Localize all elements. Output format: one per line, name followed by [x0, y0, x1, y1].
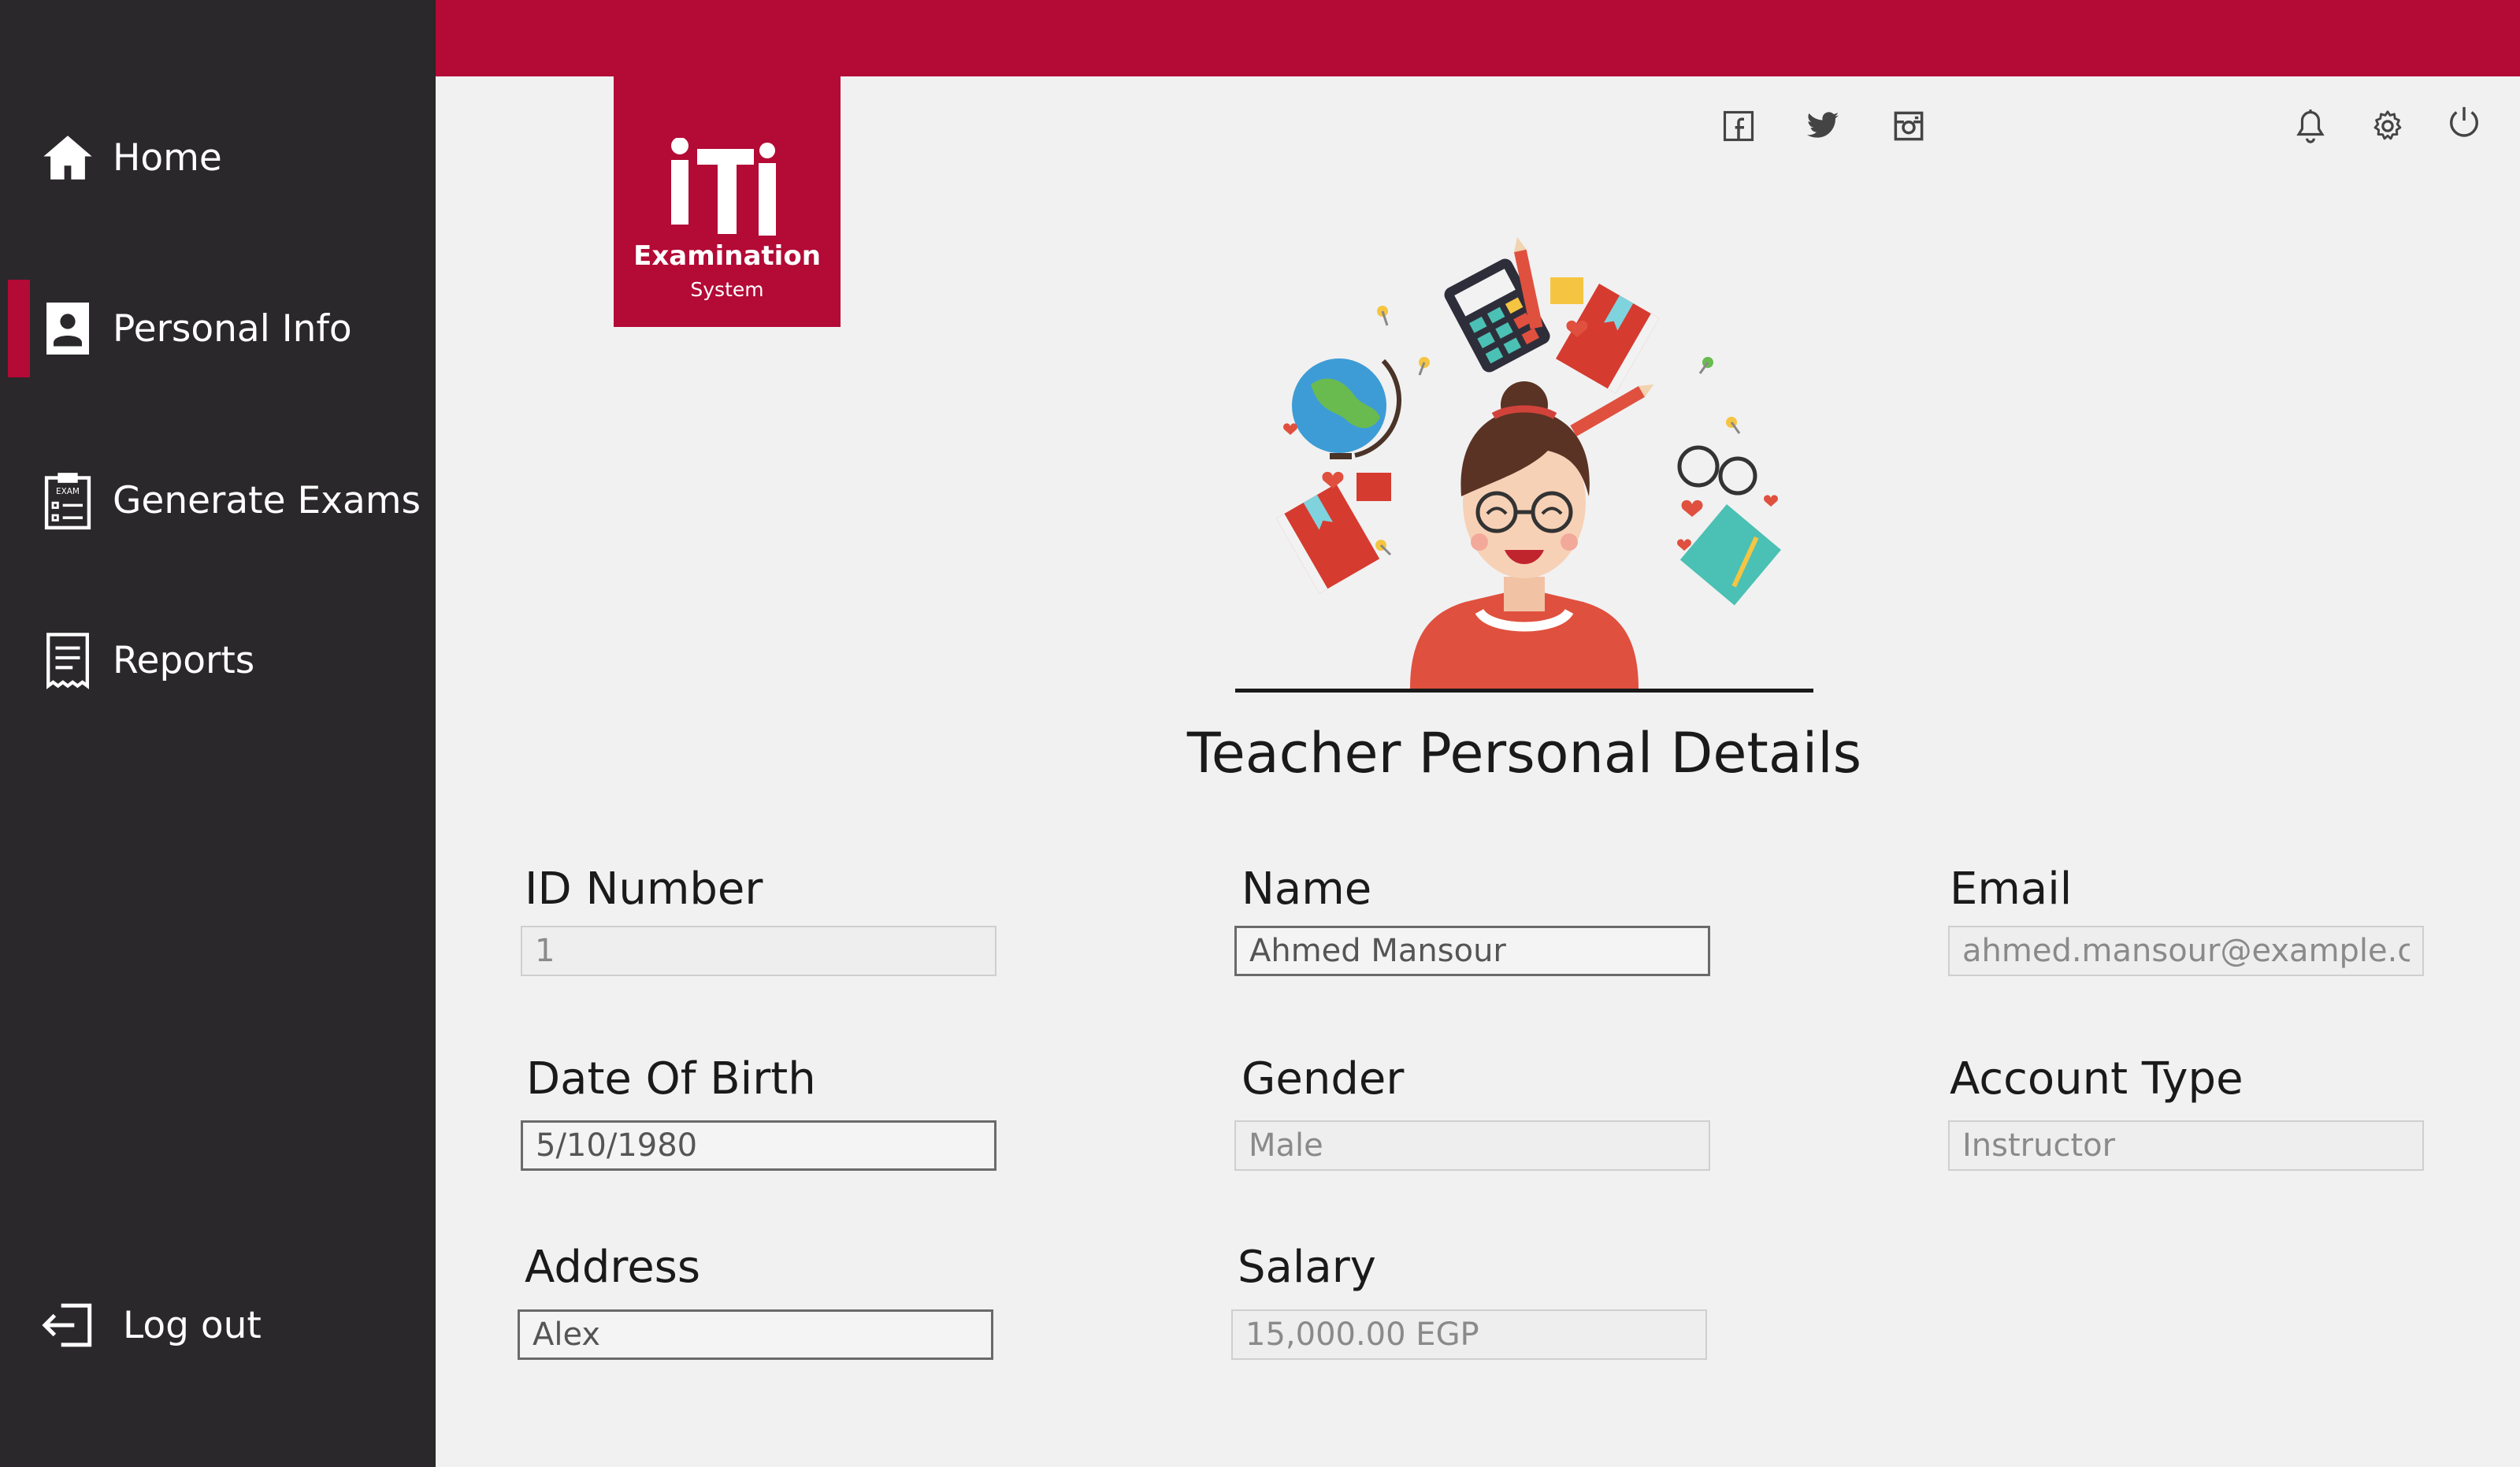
- page-title: Teacher Personal Details: [1186, 721, 1862, 785]
- sidebar-item-label: Personal Info: [113, 306, 352, 351]
- app-logo: Examination System: [614, 76, 841, 327]
- sidebar-item-home[interactable]: Home: [0, 110, 436, 205]
- logout-icon: [39, 1297, 96, 1354]
- address-label: Address: [525, 1242, 701, 1293]
- sidebar-item-generate-exams[interactable]: EXAM Generate Exams: [0, 453, 436, 548]
- logout-label: Log out: [123, 1303, 262, 1347]
- sidebar: Home Personal Info EXAM Generate Exams R…: [0, 0, 436, 1467]
- sidebar-item-reports[interactable]: Reports: [0, 613, 436, 708]
- logout-button[interactable]: Log out: [0, 1278, 436, 1372]
- sidebar-item-label: Generate Exams: [113, 478, 421, 522]
- facebook-icon[interactable]: [1719, 106, 1758, 146]
- email-label: Email: [1950, 863, 2073, 915]
- instagram-icon[interactable]: [1889, 106, 1928, 146]
- sidebar-item-label: Reports: [113, 638, 255, 682]
- name-field[interactable]: [1234, 926, 1710, 976]
- teacher-illustration: [1235, 236, 1813, 693]
- id-number-field[interactable]: [521, 926, 996, 976]
- gender-label: Gender: [1241, 1053, 1405, 1105]
- exam-clipboard-icon: EXAM: [39, 472, 96, 530]
- id-card-icon: [39, 300, 96, 357]
- dob-label: Date Of Birth: [526, 1053, 816, 1105]
- account-type-field[interactable]: [1948, 1120, 2424, 1171]
- report-icon: [39, 632, 96, 689]
- power-icon[interactable]: [2444, 102, 2484, 142]
- twitter-icon[interactable]: [1803, 106, 1843, 146]
- sidebar-item-label: Home: [113, 136, 222, 180]
- dob-field[interactable]: [521, 1120, 996, 1171]
- salary-label: Salary: [1238, 1242, 1376, 1293]
- name-label: Name: [1241, 863, 1372, 915]
- sidebar-item-personal-info[interactable]: Personal Info: [0, 281, 436, 376]
- gear-icon[interactable]: [2368, 106, 2407, 146]
- home-icon: [39, 129, 96, 186]
- salary-field[interactable]: [1231, 1309, 1707, 1360]
- account-type-label: Account Type: [1950, 1053, 2244, 1105]
- id-number-label: ID Number: [525, 863, 763, 915]
- gender-field[interactable]: [1234, 1120, 1710, 1171]
- email-field[interactable]: [1948, 926, 2424, 976]
- bell-icon[interactable]: [2291, 106, 2330, 146]
- address-field[interactable]: [518, 1309, 993, 1360]
- logo-subtitle: System: [690, 278, 764, 301]
- svg-text:EXAM: EXAM: [56, 487, 80, 496]
- logo-title: Examination: [633, 240, 821, 272]
- iti-logo-mark: [671, 138, 776, 236]
- top-bar: [436, 0, 2520, 76]
